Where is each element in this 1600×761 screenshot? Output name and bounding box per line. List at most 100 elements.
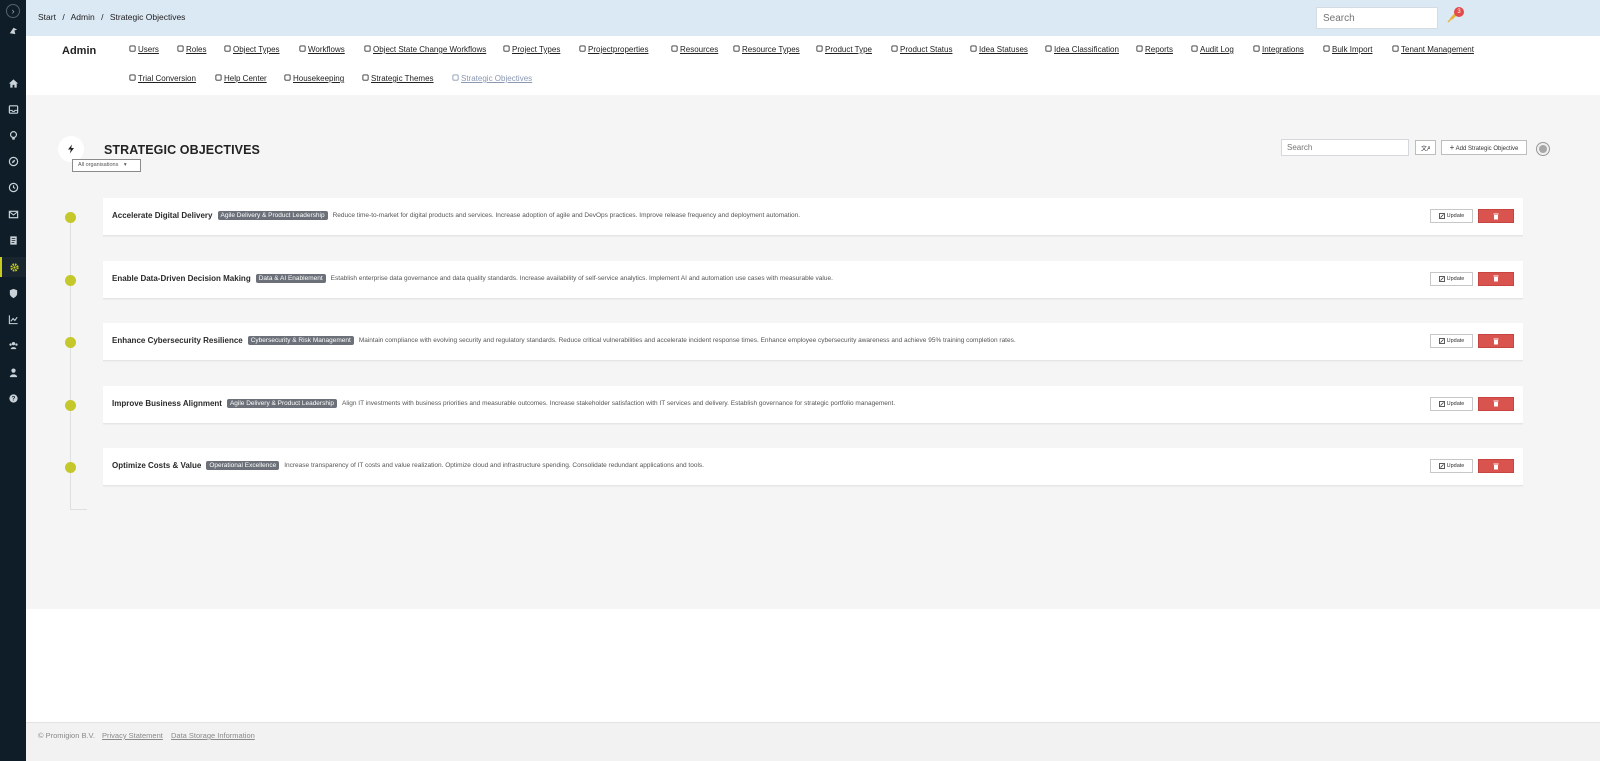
admin-nav-resource-types[interactable]: Resource Types: [733, 45, 800, 54]
breadcrumb-separator: /: [101, 12, 104, 22]
admin-nav-object-types[interactable]: Object Types: [224, 45, 280, 54]
admin-nav-label: Product Type: [825, 45, 872, 54]
update-button[interactable]: Update: [1430, 396, 1473, 411]
gear-icon[interactable]: [0, 257, 26, 277]
admin-nav-housekeeping[interactable]: Housekeeping: [284, 74, 344, 83]
admin-nav-audit-log[interactable]: Audit Log: [1191, 45, 1234, 54]
chart-icon[interactable]: [0, 309, 26, 329]
admin-nav-users[interactable]: Users: [129, 45, 159, 54]
edit-icon: [1438, 463, 1445, 469]
admin-nav-label: Users: [138, 45, 159, 54]
admin-nav-tenant-management[interactable]: Tenant Management: [1392, 45, 1474, 54]
add-strategic-objective-button[interactable]: + Add Strategic Objective: [1441, 140, 1527, 155]
data-storage-link[interactable]: Data Storage Information: [171, 731, 255, 740]
global-search-input[interactable]: [1316, 7, 1438, 29]
logo-icon[interactable]: [0, 20, 26, 40]
admin-nav-product-status[interactable]: Product Status: [891, 45, 952, 54]
timeline-dot: [65, 462, 76, 473]
view-settings-toggle[interactable]: [1536, 142, 1550, 156]
delete-button[interactable]: [1478, 209, 1514, 223]
collapse-sidebar-icon[interactable]: ›: [6, 4, 20, 18]
admin-nav-strategic-objectives[interactable]: Strategic Objectives: [452, 74, 532, 83]
admin-nav-resources[interactable]: Resources: [671, 45, 718, 54]
objective-title: Optimize Costs & Value: [112, 461, 202, 470]
objective-card: Enhance Cybersecurity Resilience Cybersec…: [103, 323, 1523, 361]
admin-nav-projectproperties[interactable]: Projectproperties: [579, 45, 648, 54]
objective-description: Maintain compliance with evolving securi…: [358, 337, 1016, 344]
admin-nav-object-state-change-workflows[interactable]: Object State Change Workflows: [364, 45, 486, 54]
strategic-theme-badge: Agile Delivery & Product Leadership: [217, 211, 328, 220]
timeline-dot: [65, 274, 76, 286]
admin-navigation: Admin Users Roles Object Types Workflows Obj…: [26, 36, 1600, 95]
admin-nav-strategic-themes[interactable]: Strategic Themes: [362, 74, 434, 83]
delete-button[interactable]: [1478, 396, 1514, 411]
circle-icon: [1539, 145, 1547, 153]
timeline-dot: [65, 212, 76, 223]
update-button[interactable]: Update: [1430, 459, 1473, 473]
compass-icon[interactable]: [0, 151, 26, 171]
admin-nav-label: Tenant Management: [1401, 45, 1474, 54]
user-icon[interactable]: [0, 362, 26, 382]
objective-content: Enable Data-Driven Decision Making Data &…: [112, 273, 833, 283]
admin-title: Admin: [62, 45, 97, 57]
breadcrumb-current: Strategic Objectives: [109, 12, 186, 22]
admin-nav-integrations[interactable]: Integrations: [1253, 45, 1304, 54]
list-icon: [579, 45, 586, 54]
admin-nav-idea-statuses[interactable]: Idea Statuses: [970, 45, 1028, 54]
mail-icon[interactable]: [0, 204, 26, 224]
breadcrumb-start[interactable]: Start: [38, 12, 56, 22]
admin-nav-help-center[interactable]: Help Center: [215, 74, 267, 83]
organisation-filter-dropdown[interactable]: All organisations ▾: [72, 159, 141, 172]
plus-icon: +: [1449, 143, 1455, 152]
tags-icon: [1045, 45, 1052, 54]
admin-nav-project-types[interactable]: Project Types: [503, 45, 560, 54]
cubes-icon: [816, 45, 823, 54]
checklist-icon: [970, 45, 977, 54]
breadcrumb-admin[interactable]: Admin: [71, 12, 95, 22]
shield-icon[interactable]: [0, 283, 26, 303]
update-button[interactable]: Update: [1430, 334, 1473, 348]
admin-nav-trial-conversion[interactable]: Trial Conversion: [129, 74, 196, 83]
privacy-statement-link[interactable]: Privacy Statement: [102, 731, 163, 740]
objective-description: Reduce time-to-market for digital produc…: [332, 212, 801, 219]
update-label: Update: [1446, 338, 1465, 344]
bar-chart-icon: [1136, 45, 1143, 54]
pie-icon: [891, 45, 898, 54]
objective-content: Enhance Cybersecurity Resilience Cybersec…: [112, 336, 1016, 345]
delete-button[interactable]: [1478, 459, 1514, 473]
wrench-icon: [284, 74, 291, 83]
home-icon[interactable]: [0, 73, 26, 93]
inbox-icon[interactable]: [0, 99, 26, 119]
objective-title: Enhance Cybersecurity Resilience: [112, 336, 243, 345]
admin-nav-workflows[interactable]: Workflows: [299, 45, 345, 54]
document-icon[interactable]: [0, 230, 26, 250]
update-label: Update: [1446, 463, 1465, 469]
help-icon[interactable]: ?: [0, 388, 26, 408]
users-icon[interactable]: [0, 335, 26, 355]
objective-search-input[interactable]: [1281, 139, 1409, 156]
admin-nav-label: Object Types: [233, 45, 280, 54]
trash-icon: [1493, 338, 1499, 344]
delete-button[interactable]: [1478, 334, 1514, 348]
card-icon: [733, 45, 740, 54]
translate-button[interactable]: 文A: [1415, 140, 1436, 155]
notification-badge[interactable]: 3: [1454, 7, 1464, 17]
admin-nav-bulk-import[interactable]: Bulk Import: [1323, 45, 1372, 54]
history-icon: [1191, 45, 1198, 54]
update-button[interactable]: Update: [1430, 271, 1473, 286]
update-button[interactable]: Update: [1430, 209, 1473, 223]
main-content: STRATEGIC OBJECTIVES All organisations ▾…: [26, 95, 1600, 609]
clock-icon[interactable]: [0, 177, 26, 197]
lightbulb-icon[interactable]: [0, 125, 26, 145]
delete-button[interactable]: [1478, 271, 1514, 286]
strategic-theme-badge: Cybersecurity & Risk Management: [247, 336, 354, 345]
admin-nav-reports[interactable]: Reports: [1136, 45, 1173, 54]
admin-nav-idea-classification[interactable]: Idea Classification: [1045, 45, 1119, 54]
strategic-theme-badge: Operational Excellence: [206, 461, 280, 470]
objective-title: Improve Business Alignment: [112, 398, 222, 408]
admin-nav-roles[interactable]: Roles: [177, 45, 206, 54]
trash-icon: [1493, 463, 1499, 469]
objective-description: Increase transparency of IT costs and va…: [284, 462, 704, 469]
admin-nav-product-type[interactable]: Product Type: [816, 45, 872, 54]
admin-nav-label: Audit Log: [1200, 45, 1234, 54]
